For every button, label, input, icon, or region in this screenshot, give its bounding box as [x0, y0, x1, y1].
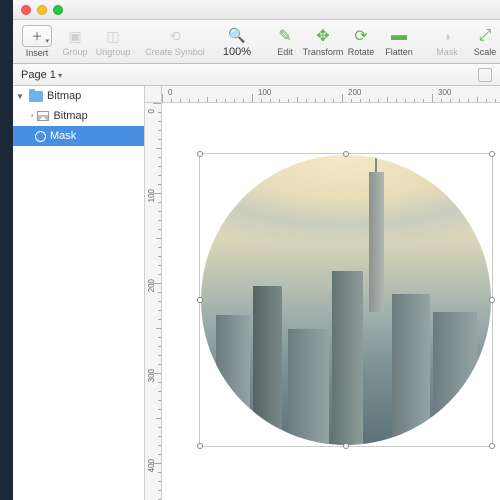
bullet-icon: • [31, 113, 33, 120]
ruler-tick-label: 300 [147, 369, 156, 382]
building [369, 172, 384, 311]
layer-label: Bitmap [47, 90, 81, 102]
ungroup-label: Ungroup [96, 47, 131, 57]
zoom-value: 100% [223, 46, 251, 58]
flatten-button[interactable]: ▬ Flatten [381, 22, 417, 62]
building [253, 286, 282, 446]
ruler-vertical[interactable]: 0 100 200 300 400 [145, 103, 162, 500]
disclosure-icon[interactable]: ▼ [15, 92, 25, 101]
insert-button[interactable]: ＋ Insert [19, 22, 55, 62]
building [332, 271, 364, 445]
transform-button[interactable]: ✥ Transform [305, 22, 341, 62]
mask-icon: ◑ [437, 26, 457, 46]
flatten-icon: ▬ [389, 26, 409, 46]
scale-icon: ⤢ [475, 26, 495, 46]
canvas[interactable] [162, 103, 500, 500]
ruler-tick-label: 0 [147, 109, 156, 113]
zoom-control[interactable]: 🔍 100% [219, 22, 255, 62]
layers-panel: ▼ Bitmap • Bitmap Mask [13, 86, 145, 500]
ruler-tick-label: 300 [438, 88, 451, 97]
rotate-icon: ⟳ [351, 26, 371, 46]
close-icon[interactable] [21, 5, 31, 15]
rotate-button[interactable]: ⟳ Rotate [343, 22, 379, 62]
insert-label: Insert [26, 48, 49, 58]
mask-label: Mask [436, 47, 458, 57]
layer-folder-bitmap[interactable]: ▼ Bitmap [13, 86, 144, 106]
page-bar: Page 1 [13, 64, 500, 86]
transform-icon: ✥ [313, 26, 333, 46]
ruler-tick-label: 200 [147, 279, 156, 292]
symbol-icon: ⟲ [165, 26, 185, 46]
edit-label: Edit [277, 47, 293, 57]
building [392, 294, 430, 445]
masked-bitmap[interactable] [201, 155, 491, 445]
ruler-tick-label: 200 [348, 88, 361, 97]
titlebar [13, 0, 500, 20]
ruler-tick-label: 400 [147, 459, 156, 472]
layer-label: Bitmap [53, 110, 87, 122]
building [433, 312, 477, 445]
edit-button[interactable]: ✎ Edit [267, 22, 303, 62]
canvas-area: 0 100 200 300 0 100 200 300 400 [145, 86, 500, 500]
folder-icon [29, 91, 43, 102]
ruler-horizontal[interactable]: 0 100 200 300 [162, 86, 500, 103]
ungroup-icon: ◫ [103, 26, 123, 46]
group-label: Group [62, 47, 87, 57]
mask-shape-icon [35, 131, 46, 142]
layer-label: Mask [50, 130, 76, 142]
main-area: ▼ Bitmap • Bitmap Mask 0 100 200 300 [13, 86, 500, 500]
transform-label: Transform [303, 47, 344, 57]
scale-label: Scale [474, 47, 497, 57]
scale-button[interactable]: ⤢ Scale [467, 22, 500, 62]
app-window: ＋ Insert ▣ Group ◫ Ungroup ⟲ Create Symb… [13, 0, 500, 500]
toolbar: ＋ Insert ▣ Group ◫ Ungroup ⟲ Create Symb… [13, 20, 500, 64]
group-button[interactable]: ▣ Group [57, 22, 93, 62]
building [288, 329, 329, 445]
zoom-icon: 🔍 [227, 25, 247, 45]
flatten-label: Flatten [385, 47, 413, 57]
ruler-tick-label: 100 [147, 189, 156, 202]
ruler-tick-label: 100 [258, 88, 271, 97]
layer-mask[interactable]: Mask [13, 126, 144, 146]
mask-button[interactable]: ◑ Mask [429, 22, 465, 62]
bitmap-image [201, 155, 491, 445]
layer-bitmap[interactable]: • Bitmap [13, 106, 144, 126]
page-selector[interactable]: Page 1 [21, 69, 62, 81]
create-symbol-button[interactable]: ⟲ Create Symbol [143, 22, 207, 62]
create-symbol-label: Create Symbol [145, 47, 205, 57]
minimize-icon[interactable] [37, 5, 47, 15]
edit-icon: ✎ [275, 26, 295, 46]
ruler-tick-label: 0 [168, 88, 172, 97]
plus-icon: ＋ [32, 28, 43, 44]
building [216, 315, 251, 446]
image-icon [37, 111, 49, 121]
rotate-label: Rotate [348, 47, 375, 57]
artboard-toggle-icon[interactable] [478, 68, 492, 82]
ruler-corner [145, 86, 162, 103]
zoom-window-icon[interactable] [53, 5, 63, 15]
ungroup-button[interactable]: ◫ Ungroup [95, 22, 131, 62]
group-icon: ▣ [65, 26, 85, 46]
